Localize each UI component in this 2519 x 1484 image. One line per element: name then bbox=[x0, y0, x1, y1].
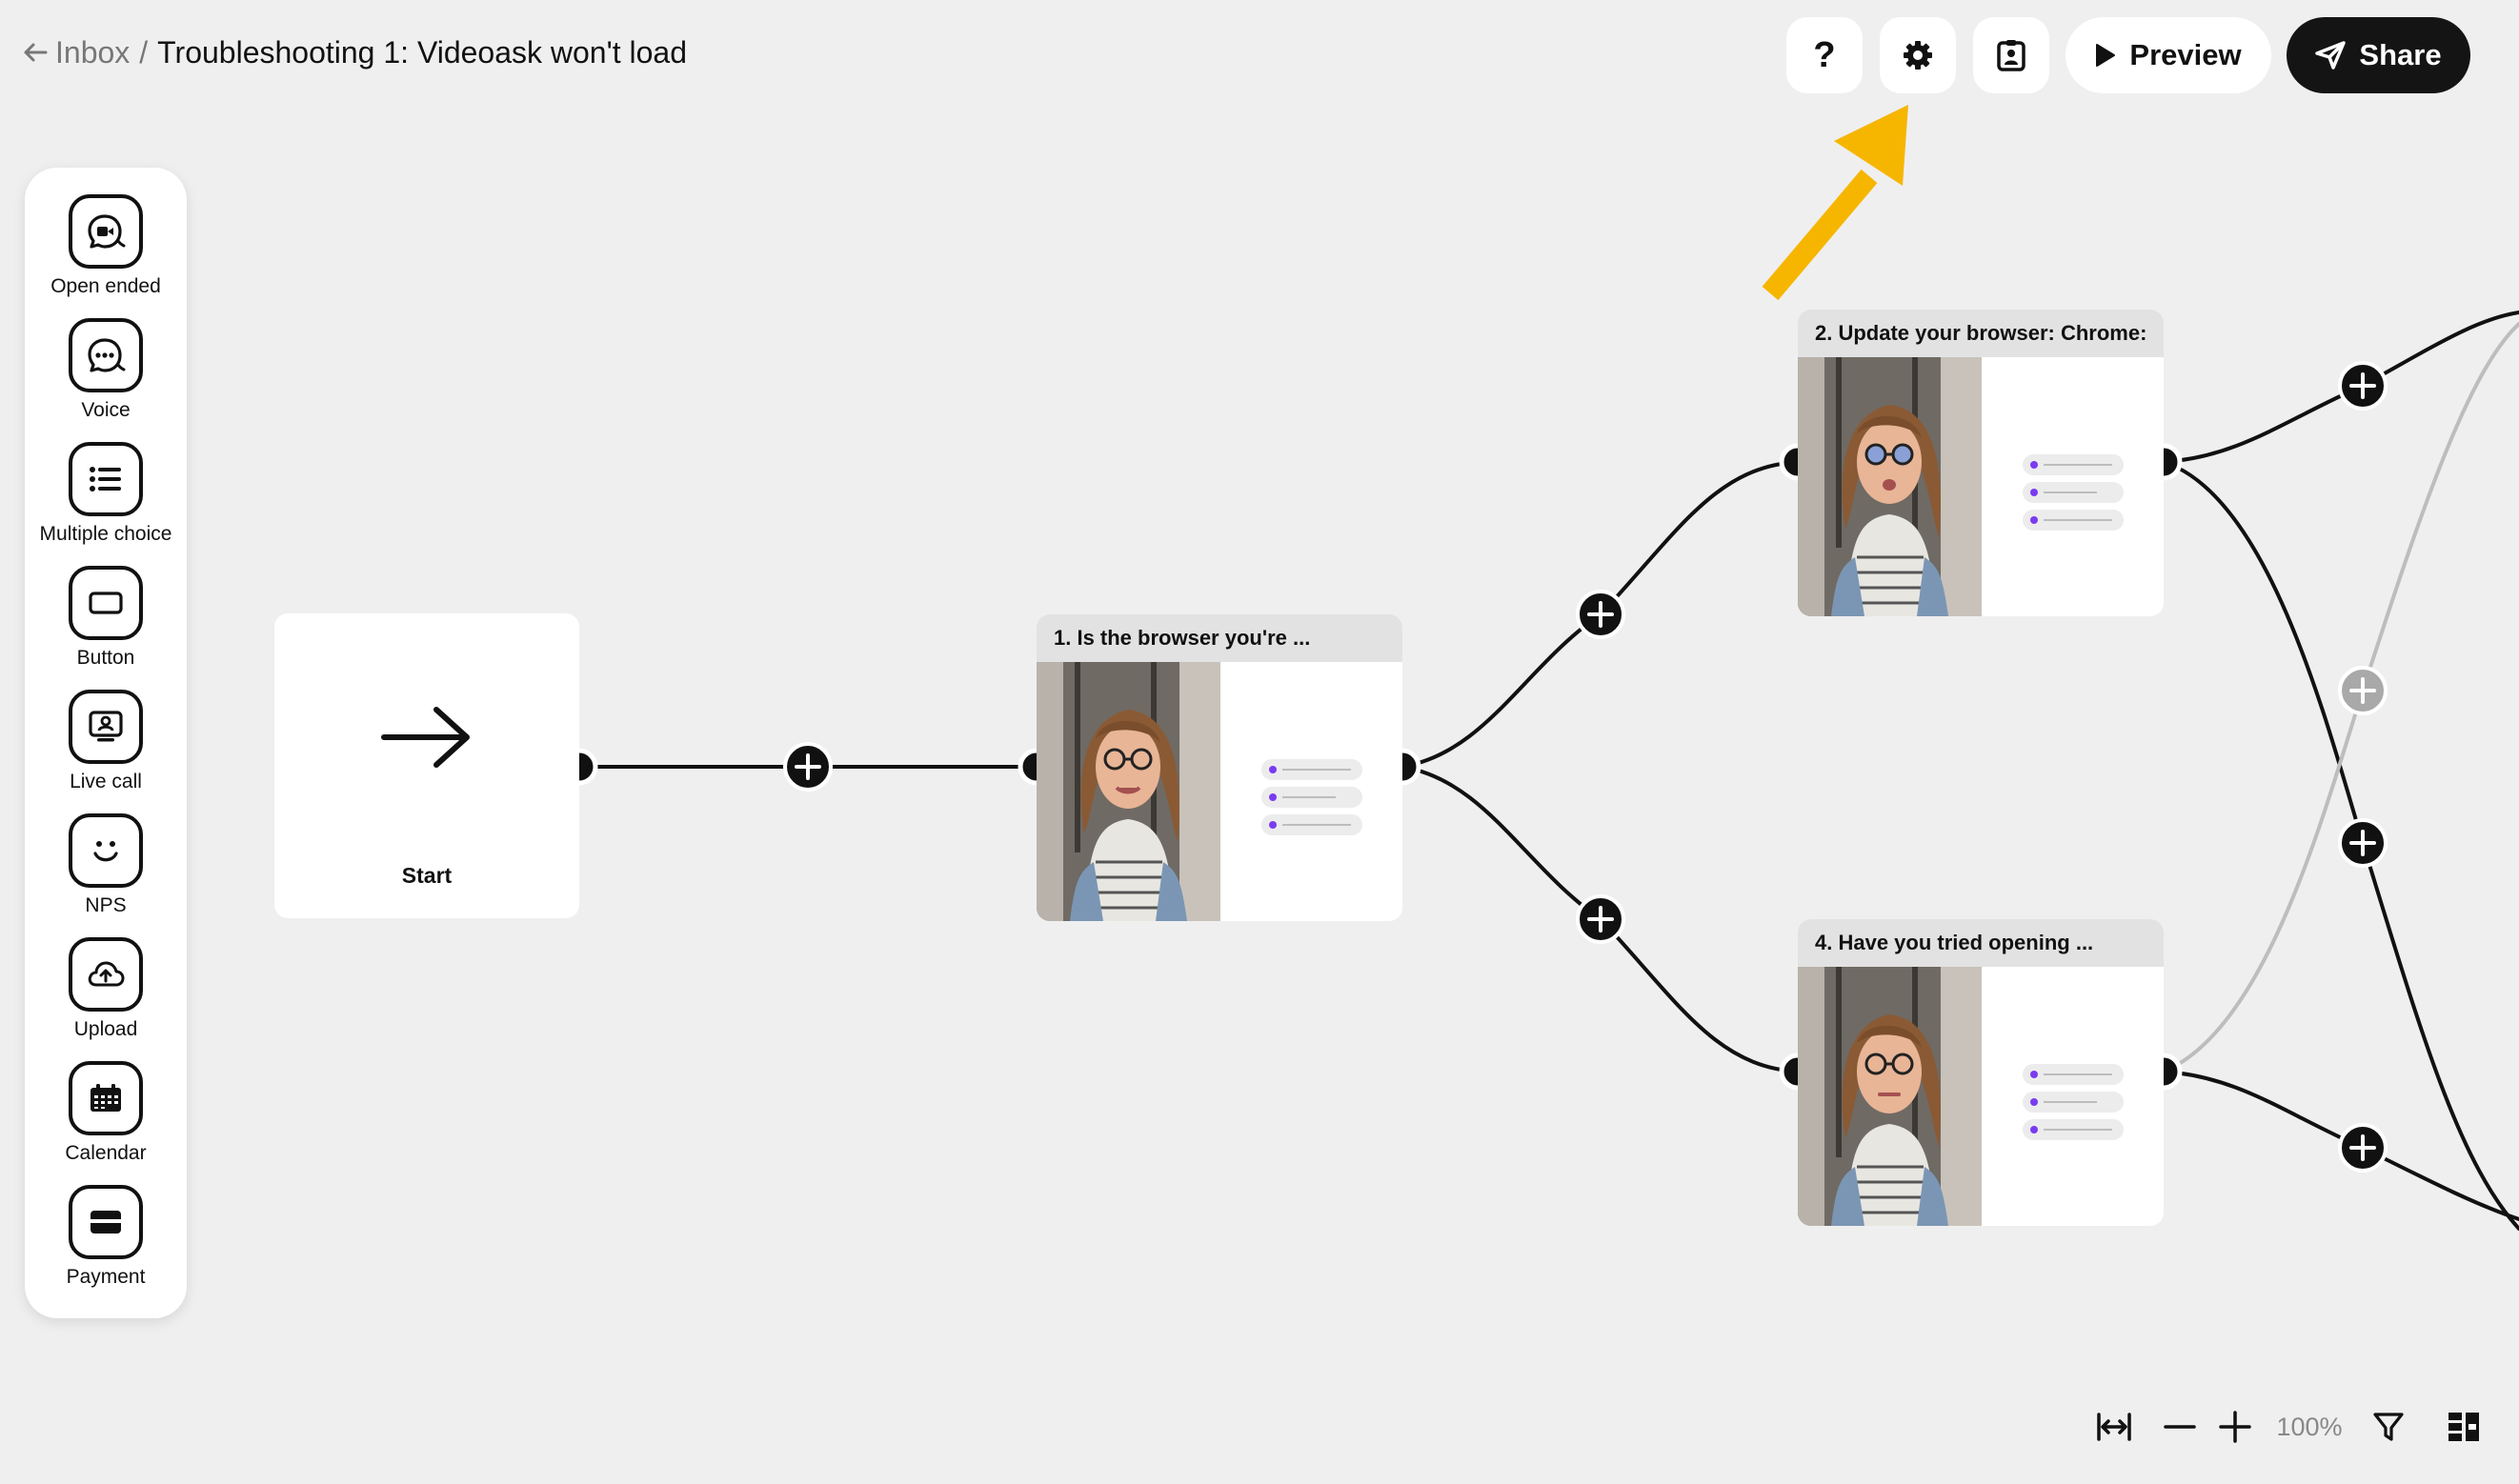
list-icon bbox=[69, 442, 143, 516]
tool-label: Open ended bbox=[50, 275, 161, 297]
zoom-in-button[interactable] bbox=[2218, 1408, 2252, 1446]
minus-icon bbox=[2164, 1425, 2196, 1429]
zoom-out-button[interactable] bbox=[2163, 1408, 2197, 1446]
filter-icon bbox=[2373, 1413, 2404, 1441]
tool-calendar[interactable]: Calendar bbox=[25, 1061, 187, 1175]
tool-nps[interactable]: NPS bbox=[25, 813, 187, 928]
page-title: Troubleshooting 1: Videoask won't load bbox=[157, 34, 687, 70]
gear-icon bbox=[1904, 41, 1932, 70]
choice-options-preview bbox=[2023, 1064, 2124, 1147]
add-step-button-q4-up[interactable] bbox=[2338, 666, 2388, 715]
choice-option-preview bbox=[2023, 1119, 2124, 1140]
settings-button[interactable] bbox=[1880, 17, 1956, 93]
smiley-icon bbox=[69, 813, 143, 888]
tool-button[interactable]: Button bbox=[25, 566, 187, 680]
play-icon bbox=[2096, 44, 2116, 67]
fit-width-icon bbox=[2097, 1413, 2131, 1441]
choice-option-preview bbox=[1261, 787, 1362, 808]
send-icon bbox=[2315, 41, 2347, 70]
arrow-left-icon bbox=[24, 43, 48, 62]
add-step-button-q2-top[interactable] bbox=[2338, 361, 2388, 411]
step-type-palette: Open ended Voice Multiple choice Button … bbox=[25, 168, 187, 1318]
fit-to-screen-button[interactable] bbox=[2094, 1408, 2134, 1446]
add-step-button-q2-down[interactable] bbox=[2338, 818, 2388, 868]
video-thumbnail bbox=[1798, 357, 1982, 616]
button-icon bbox=[69, 566, 143, 640]
choice-option-preview bbox=[1261, 759, 1362, 780]
voice-chat-icon bbox=[69, 318, 143, 392]
start-label: Start bbox=[401, 863, 453, 888]
tool-label: Multiple choice bbox=[39, 523, 172, 545]
back-to-inbox-link[interactable]: Inbox bbox=[23, 35, 130, 70]
question-node[interactable]: 2. Update your browser: Chrome: bbox=[1798, 310, 2164, 616]
node-title: 2. Update your browser: Chrome: bbox=[1798, 310, 2164, 357]
add-step-button-start-q1[interactable] bbox=[783, 742, 833, 792]
zoom-level: 100% bbox=[2276, 1412, 2343, 1441]
back-link-label[interactable]: Inbox bbox=[55, 35, 130, 70]
cloud-upload-icon bbox=[69, 937, 143, 1012]
help-button[interactable]: ? bbox=[1786, 17, 1863, 93]
payment-icon bbox=[69, 1185, 143, 1259]
choice-option-preview bbox=[1261, 814, 1362, 835]
tool-label: Payment bbox=[66, 1266, 146, 1288]
node-title: 4. Have you tried opening ... bbox=[1798, 919, 2164, 967]
contact-card-icon bbox=[1997, 40, 2025, 71]
question-node[interactable]: 4. Have you tried opening ... bbox=[1798, 919, 2164, 1226]
add-step-button-q4-bottom[interactable] bbox=[2338, 1123, 2388, 1173]
tool-label: Live call bbox=[70, 771, 142, 792]
choice-option-preview bbox=[2023, 1092, 2124, 1113]
add-step-button-q1-q2[interactable] bbox=[1576, 590, 1625, 639]
start-node[interactable]: Start bbox=[274, 613, 579, 918]
tool-payment[interactable]: Payment bbox=[25, 1185, 187, 1299]
tool-label: Calendar bbox=[65, 1142, 147, 1164]
preview-label: Preview bbox=[2129, 38, 2242, 71]
tool-voice[interactable]: Voice bbox=[25, 318, 187, 432]
filter-button[interactable] bbox=[2370, 1408, 2407, 1446]
tool-upload[interactable]: Upload bbox=[25, 937, 187, 1052]
choice-option-preview bbox=[2023, 482, 2124, 503]
node-title: 1. Is the browser you're ... bbox=[1037, 614, 1402, 662]
breadcrumb-separator: / bbox=[139, 34, 149, 70]
live-call-icon bbox=[69, 690, 143, 764]
tool-live-call[interactable]: Live call bbox=[25, 690, 187, 804]
choice-option-preview bbox=[2023, 1064, 2124, 1085]
choice-options-preview bbox=[1261, 759, 1362, 842]
question-node[interactable]: 1. Is the browser you're ... bbox=[1037, 614, 1402, 921]
choice-option-preview bbox=[2023, 510, 2124, 531]
tool-open-ended[interactable]: Open ended bbox=[25, 194, 187, 309]
tool-multiple-choice[interactable]: Multiple choice bbox=[25, 442, 187, 556]
tool-label: Button bbox=[76, 647, 135, 669]
share-button[interactable]: Share bbox=[2287, 17, 2470, 93]
tool-label: Voice bbox=[81, 399, 131, 421]
breadcrumb: Inbox / Troubleshooting 1: Videoask won'… bbox=[23, 29, 687, 76]
tool-label: NPS bbox=[85, 894, 127, 916]
video-thumbnail bbox=[1798, 967, 1982, 1226]
preview-button[interactable]: Preview bbox=[2066, 17, 2271, 93]
video-thumbnail bbox=[1037, 662, 1220, 921]
add-step-button-q1-q4[interactable] bbox=[1576, 894, 1625, 944]
contact-form-button[interactable] bbox=[1973, 17, 2049, 93]
grid-layout-icon bbox=[2448, 1413, 2479, 1441]
tool-label: Upload bbox=[73, 1018, 138, 1040]
arrow-right-icon bbox=[381, 707, 470, 768]
annotation-arrow bbox=[1762, 105, 1908, 301]
plus-icon bbox=[2219, 1411, 2251, 1443]
share-label: Share bbox=[2359, 38, 2442, 71]
help-icon: ? bbox=[1813, 34, 1836, 75]
choice-options-preview bbox=[2023, 454, 2124, 537]
calendar-icon bbox=[69, 1061, 143, 1135]
video-chat-icon bbox=[69, 194, 143, 269]
minimap-button[interactable] bbox=[2445, 1408, 2483, 1446]
choice-option-preview bbox=[2023, 454, 2124, 475]
